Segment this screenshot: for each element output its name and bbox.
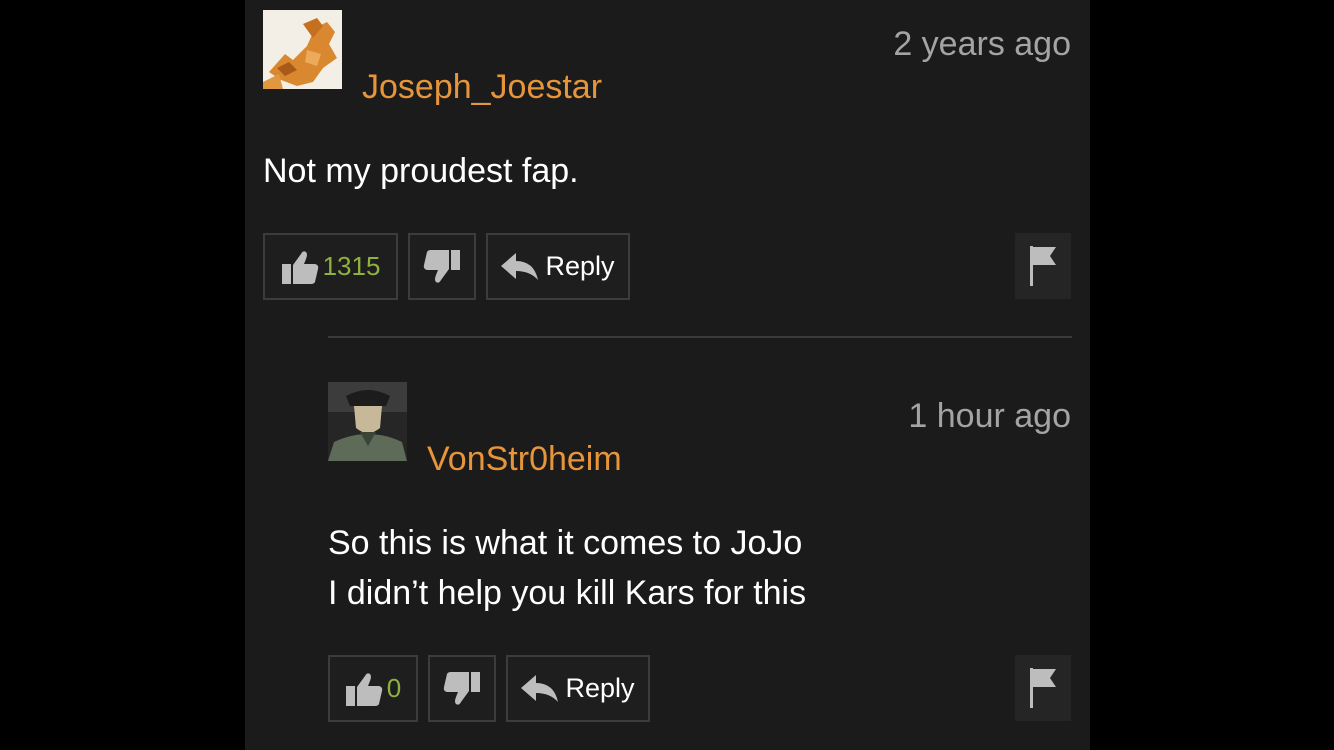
avatar[interactable] [328, 382, 407, 461]
reply-arrow-icon [521, 674, 559, 704]
thumbs-down-icon [443, 671, 481, 707]
reply-button[interactable]: Reply [486, 233, 630, 300]
reply-label: Reply [565, 673, 635, 703]
reply-arrow-icon [501, 252, 539, 282]
comment-panel [245, 0, 1090, 750]
comment-text: Not my proudest fap. [263, 146, 579, 196]
like-count: 1315 [322, 251, 381, 281]
username[interactable]: VonStr0heim [427, 440, 622, 479]
timestamp: 2 years ago [893, 25, 1071, 63]
flag-button[interactable] [1015, 655, 1071, 721]
divider [328, 336, 1072, 338]
username[interactable]: Joseph_Joestar [362, 68, 602, 107]
timestamp: 1 hour ago [908, 397, 1071, 435]
thumbs-down-icon [423, 249, 461, 285]
comment-line: So this is what it comes to JoJo [328, 524, 803, 562]
flag-button[interactable] [1015, 233, 1071, 299]
dislike-button[interactable] [428, 655, 496, 722]
flag-icon [1028, 244, 1058, 288]
like-count: 0 [386, 673, 402, 703]
flag-icon [1028, 666, 1058, 710]
comment-text: So this is what it comes to JoJo I didn’… [328, 518, 806, 618]
thumbs-up-icon [345, 671, 383, 707]
reply-button[interactable]: Reply [506, 655, 650, 722]
like-button[interactable]: 1315 [263, 233, 398, 300]
avatar[interactable] [263, 10, 342, 89]
thumbs-up-icon [281, 249, 319, 285]
comment-line: Not my proudest fap. [263, 152, 579, 190]
dislike-button[interactable] [408, 233, 476, 300]
reply-label: Reply [545, 251, 615, 281]
comment-line: I didn’t help you kill Kars for this [328, 574, 807, 612]
like-button[interactable]: 0 [328, 655, 418, 722]
